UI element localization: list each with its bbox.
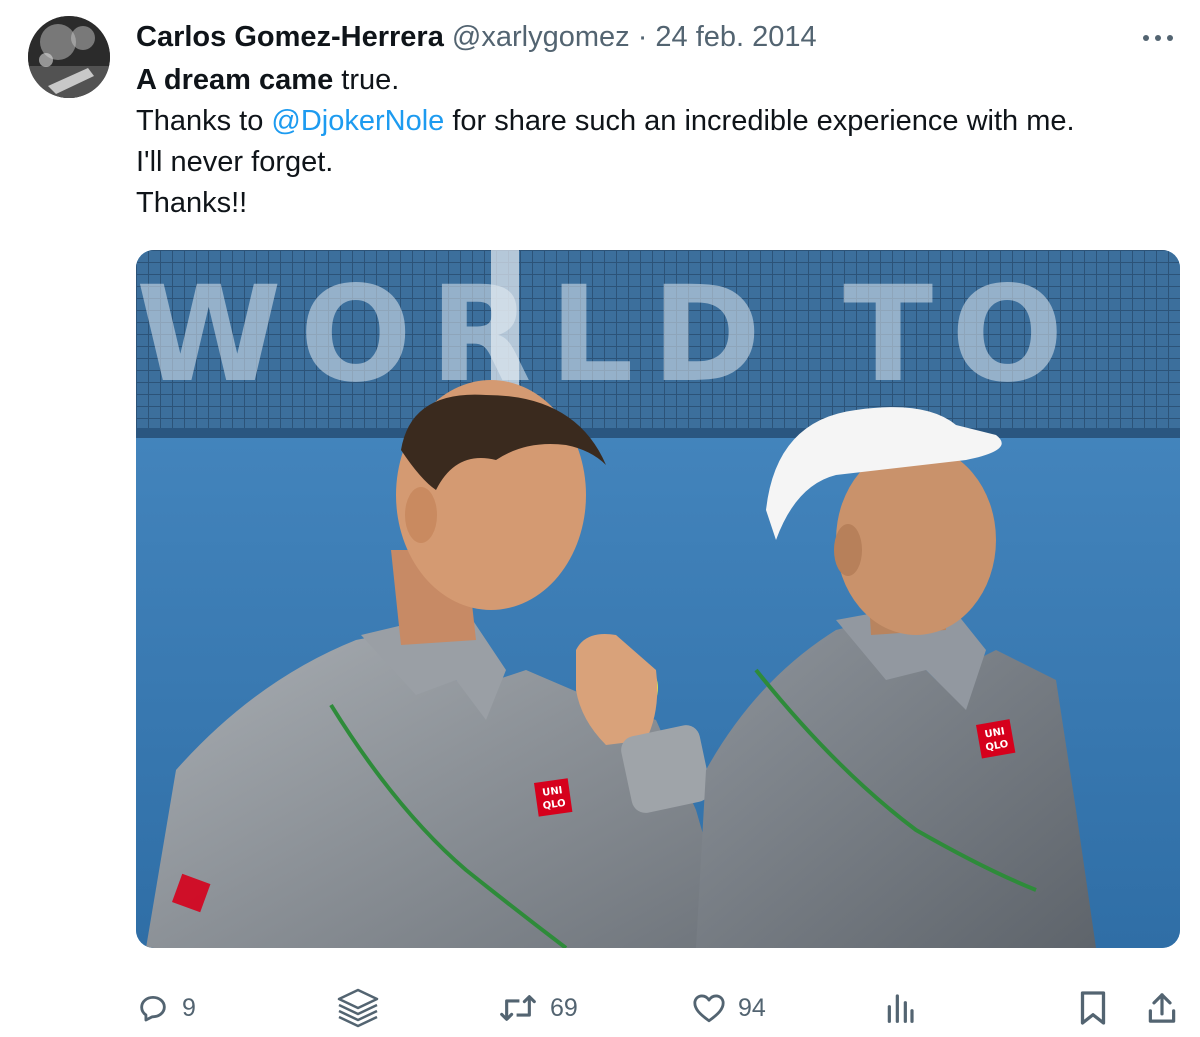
share-icon	[1148, 993, 1176, 1023]
reply-icon	[140, 995, 166, 1022]
tweet-line-1-rest: true.	[333, 64, 400, 96]
layers-button[interactable]	[335, 984, 381, 1032]
bookmark-icon	[1080, 991, 1106, 1025]
post-date[interactable]: 24 feb. 2014	[655, 21, 816, 53]
author-name[interactable]: Carlos Gomez-Herrera	[136, 21, 444, 53]
bar-chart-icon	[887, 994, 914, 1023]
tweet-line-4: Thanks!!	[136, 187, 248, 219]
more-horizontal-icon	[1143, 35, 1173, 41]
author-handle[interactable]: @xarlygomez	[452, 21, 630, 53]
share-button[interactable]	[1146, 984, 1178, 1032]
tweet-bold-text: A dream came	[136, 64, 334, 96]
tweet-line-1: A dream came true.	[136, 60, 1176, 101]
author-avatar[interactable]	[28, 16, 110, 98]
header-separator: ·	[637, 21, 648, 53]
photo-illustration: WORLD TO UNI QLO UNI QLO	[136, 250, 1180, 948]
bookmark-button[interactable]	[1078, 984, 1108, 1032]
tweet-line-2-before: Thanks to	[136, 105, 272, 137]
reply-count: 9	[182, 993, 196, 1022]
stack-icon	[337, 988, 379, 1028]
views-button[interactable]	[884, 984, 916, 1032]
more-options-button[interactable]	[1138, 20, 1178, 56]
reply-button[interactable]: 9	[136, 984, 196, 1032]
repost-icon	[500, 995, 536, 1021]
like-count: 94	[738, 993, 766, 1022]
heart-icon	[693, 994, 725, 1023]
tweet-line-3: I'll never forget.	[136, 146, 334, 178]
mention-link[interactable]: @DjokerNole	[271, 105, 444, 137]
tweet-line-2-after: for share such an incredible experience …	[444, 105, 1075, 137]
photo-sign-text: WORLD TO	[136, 258, 1081, 412]
repost-button[interactable]: 69	[498, 984, 578, 1032]
tweet-header: Carlos Gomez-Herrera @xarlygomez · 24 fe…	[136, 18, 817, 56]
tweet-photo[interactable]: WORLD TO UNI QLO UNI QLO	[136, 250, 1180, 948]
avatar-image	[28, 16, 110, 98]
tweet-line-2: Thanks to @DjokerNole for share such an …	[136, 101, 1176, 142]
like-button[interactable]: 94	[692, 984, 766, 1032]
tweet-action-bar: 9 69 94	[0, 984, 1200, 1034]
tweet-text: A dream came true. Thanks to @DjokerNole…	[136, 60, 1176, 224]
repost-count: 69	[550, 993, 578, 1022]
